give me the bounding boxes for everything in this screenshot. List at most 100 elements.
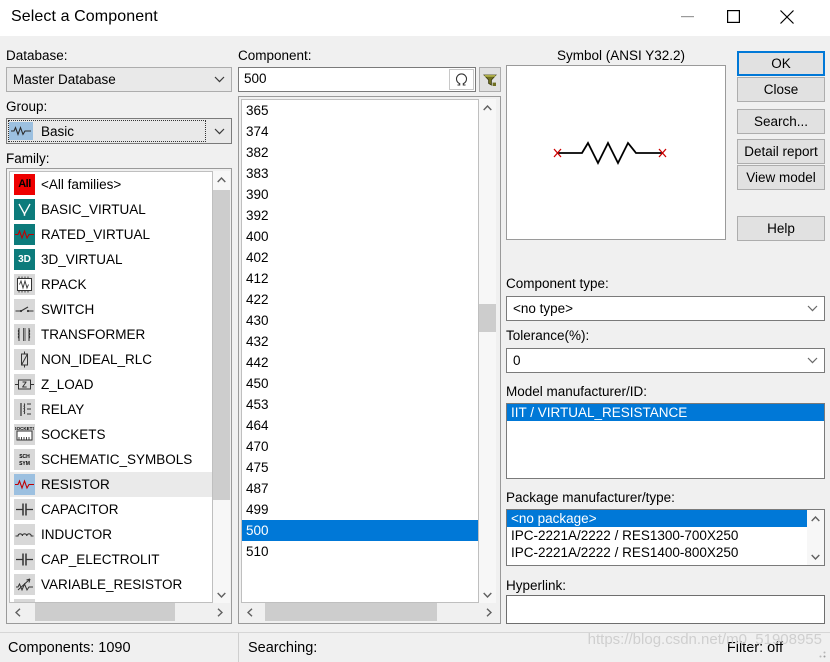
scroll-left-icon[interactable] [241,603,259,621]
family-horizontal-scrollbar[interactable] [9,603,229,621]
component-row[interactable]: 383 [242,163,478,184]
database-value: Master Database [13,72,116,87]
group-combo[interactable]: Basic [6,118,232,144]
help-button[interactable]: Help [737,216,825,241]
package-manufacturer-listbox[interactable]: <no package> IPC-2221A/2222 / RES1300-700… [506,509,825,566]
component-listbox[interactable]: 365 374 382 383 390 392 400 402 412 422 430 432 442 4… [241,99,479,603]
help-button-label: Help [767,221,795,236]
family-list[interactable]: All <All families> BASIC_VIRTUAL RATED_VIRT… [10,172,212,602]
family-listbox[interactable]: All <All families> BASIC_VIRTUAL RATED_VIRT… [9,171,213,603]
component-hscroll-thumb[interactable] [265,603,437,621]
family-row-label: VARIABLE_RESISTOR [41,577,183,592]
family-row[interactable]: VARIABLE_CAPACITOR [10,597,212,602]
family-vertical-scrollbar[interactable] [213,171,230,603]
model-manufacturer-listbox[interactable]: IIT / VIRTUAL_RESISTANCE [506,403,825,479]
component-row[interactable]: 374 [242,121,478,142]
family-row[interactable]: TRANSFORMER [10,322,212,347]
chevron-down-icon [207,119,231,143]
component-type-combo[interactable]: <no type> [506,296,825,321]
model-manufacturer-label: Model manufacturer/ID: [506,384,648,399]
package-vertical-scrollbar[interactable] [807,510,824,565]
family-row[interactable]: CAPACITOR [10,497,212,522]
scroll-up-icon[interactable] [479,99,496,116]
family-row[interactable]: All <All families> [10,172,212,197]
filter-button[interactable] [479,67,501,92]
family-row[interactable]: INDUCTOR [10,522,212,547]
family-row-label: NON_IDEAL_RLC [41,352,153,367]
component-row[interactable]: 392 [242,205,478,226]
family-row[interactable]: SCH SYM SCHEMATIC_SYMBOLS [10,447,212,472]
component-row[interactable]: 390 [242,184,478,205]
component-scroll-thumb[interactable] [479,304,496,332]
component-row[interactable]: 464 [242,415,478,436]
close-button-main[interactable]: Close [737,77,825,102]
scroll-left-icon[interactable] [9,603,27,621]
hyperlink-input[interactable] [506,595,825,624]
family-row[interactable]: VARIABLE_RESISTOR [10,572,212,597]
symbol-preview [506,65,726,240]
family-row[interactable]: BASIC_VIRTUAL [10,197,212,222]
family-row[interactable]: SWITCH [10,297,212,322]
title-bar: Select a Component [0,0,830,36]
component-row[interactable]: 499 [242,499,478,520]
search-button[interactable]: Search... [737,109,825,134]
view-model-button[interactable]: View model [737,165,825,190]
family-hscroll-thumb[interactable] [35,603,175,621]
database-combo[interactable]: Master Database [6,67,232,92]
cap-electrolit-icon [14,549,35,570]
chevron-down-icon [800,349,824,372]
resize-grip-icon[interactable] [815,647,827,659]
scroll-down-icon[interactable] [479,586,496,603]
component-row[interactable]: 500 [242,520,478,541]
component-row-label: 422 [246,292,269,307]
scroll-down-icon[interactable] [807,548,824,565]
component-row[interactable]: 510 [242,541,478,562]
family-row[interactable]: RESISTOR [10,472,212,497]
model-list[interactable]: IIT / VIRTUAL_RESISTANCE [507,404,824,421]
component-row[interactable]: 470 [242,436,478,457]
component-search-field[interactable]: 500 [238,67,476,92]
component-horizontal-scrollbar[interactable] [241,603,498,621]
package-row[interactable]: <no package> [507,510,807,527]
detail-report-button[interactable]: Detail report [737,139,825,164]
ok-button[interactable]: OK [737,51,825,76]
ohm-icon[interactable] [449,69,474,90]
component-row[interactable]: 475 [242,457,478,478]
maximize-button[interactable] [710,0,756,33]
component-list[interactable]: 365 374 382 383 390 392 400 402 412 422 430 432 442 4… [242,100,478,602]
component-row[interactable]: 422 [242,289,478,310]
component-row[interactable]: 412 [242,268,478,289]
family-scroll-thumb[interactable] [213,190,230,500]
family-row[interactable]: RATED_VIRTUAL [10,222,212,247]
minimize-button[interactable] [664,0,710,33]
package-list[interactable]: <no package> IPC-2221A/2222 / RES1300-700… [507,510,807,561]
component-row[interactable]: 453 [242,394,478,415]
tolerance-combo[interactable]: 0 [506,348,825,373]
scroll-right-icon[interactable] [480,603,498,621]
component-row[interactable]: 400 [242,226,478,247]
component-row[interactable]: 450 [242,373,478,394]
component-vertical-scrollbar[interactable] [479,99,496,603]
scroll-up-icon[interactable] [807,510,824,527]
scroll-up-icon[interactable] [213,171,230,188]
package-row[interactable]: IPC-2221A/2222 / RES1400-800X250 [507,544,807,561]
component-row[interactable]: 365 [242,100,478,121]
component-row[interactable]: 432 [242,331,478,352]
family-row[interactable]: Z Z_LOAD [10,372,212,397]
family-row[interactable]: RPACK [10,272,212,297]
family-row[interactable]: RELAY [10,397,212,422]
family-row[interactable]: 3D 3D_VIRTUAL [10,247,212,272]
component-row[interactable]: 442 [242,352,478,373]
scroll-down-icon[interactable] [213,586,230,603]
component-row[interactable]: 402 [242,247,478,268]
scroll-right-icon[interactable] [211,603,229,621]
package-row[interactable]: IPC-2221A/2222 / RES1300-700X250 [507,527,807,544]
component-row[interactable]: 430 [242,310,478,331]
model-row[interactable]: IIT / VIRTUAL_RESISTANCE [507,404,824,421]
close-button[interactable] [764,0,810,33]
family-row[interactable]: NON_IDEAL_RLC [10,347,212,372]
component-row[interactable]: 487 [242,478,478,499]
family-row[interactable]: CAP_ELECTROLIT [10,547,212,572]
family-row[interactable]: SOCKETS SOCKETS [10,422,212,447]
component-row[interactable]: 382 [242,142,478,163]
